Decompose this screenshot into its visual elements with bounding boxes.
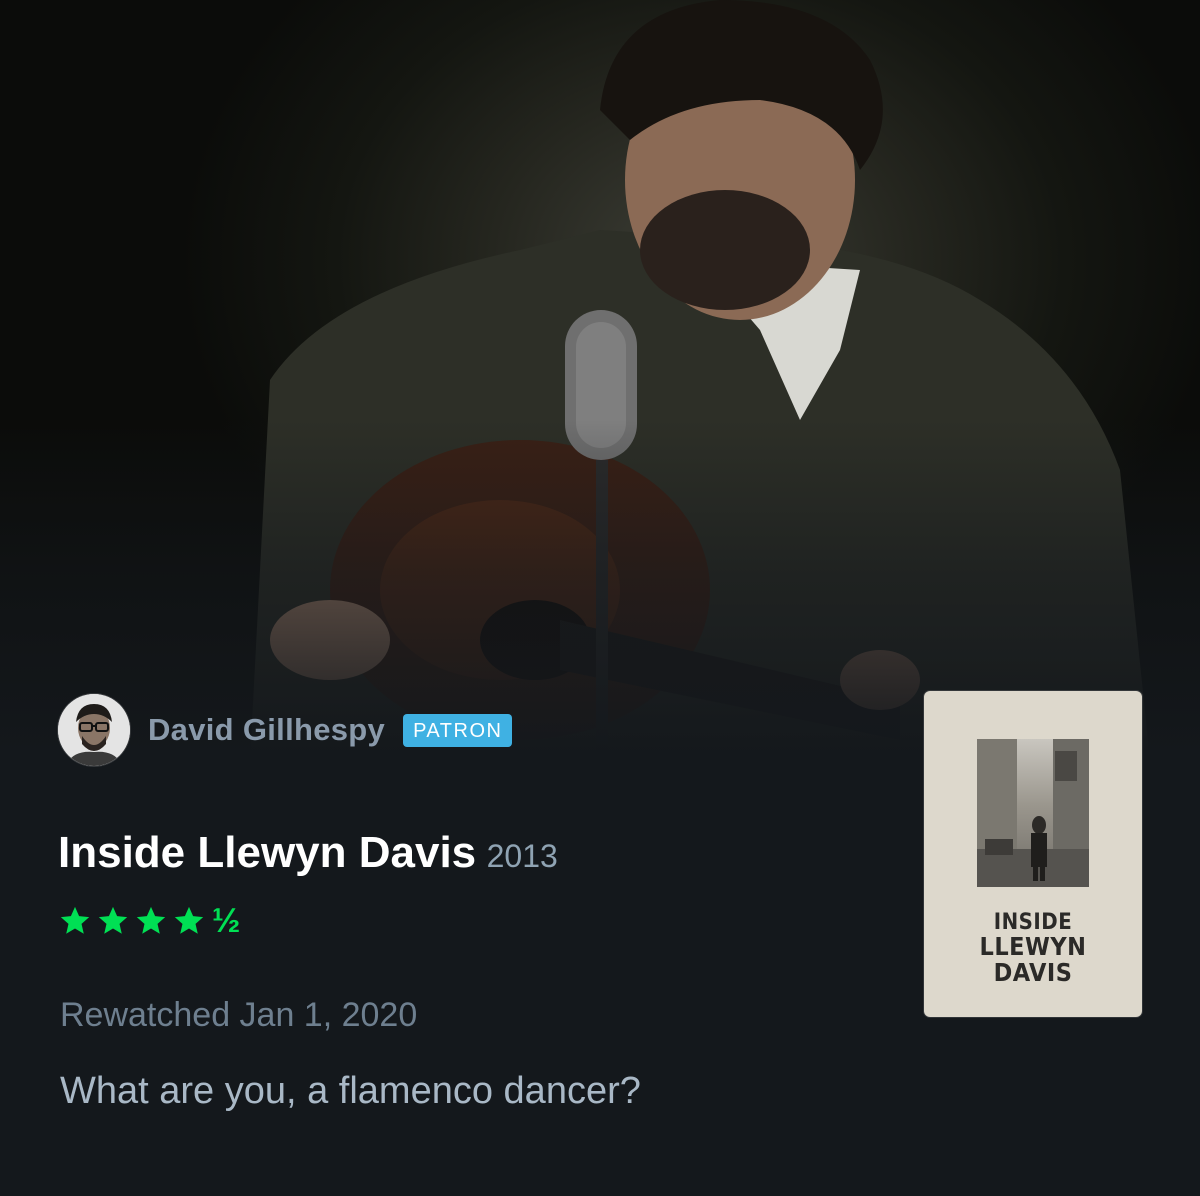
- film-title[interactable]: Inside Llewyn Davis: [58, 828, 476, 877]
- poster-title: INSIDE LLEWYN DAVIS: [924, 911, 1142, 987]
- username[interactable]: David Gillhespy: [148, 712, 385, 748]
- review-card: David Gillhespy PATRON Inside Llewyn Dav…: [0, 0, 1200, 1196]
- star-icon: [136, 906, 166, 934]
- poster-title-line: INSIDE: [993, 910, 1073, 935]
- star-icon: [60, 906, 90, 934]
- user-avatar-icon: [58, 694, 130, 766]
- film-title-row: Inside Llewyn Davis 2013: [58, 828, 558, 878]
- poster-title-line: LLEWYN: [979, 932, 1087, 962]
- film-year[interactable]: 2013: [487, 838, 558, 874]
- user-avatar[interactable]: [58, 694, 130, 766]
- patron-badge: PATRON: [403, 713, 513, 747]
- poster-photo: [977, 739, 1089, 887]
- star-icon: [98, 906, 128, 934]
- star-rating: ½: [58, 904, 240, 938]
- poster-title-line: DAVIS: [993, 958, 1073, 988]
- review-text: What are you, a flamenco dancer?: [60, 1070, 641, 1112]
- star-icon: [174, 906, 204, 934]
- film-poster[interactable]: INSIDE LLEWYN DAVIS: [924, 691, 1142, 1017]
- half-star: ½: [212, 902, 241, 940]
- watch-date: Rewatched Jan 1, 2020: [60, 996, 418, 1034]
- reviewer-row: David Gillhespy PATRON: [58, 694, 513, 766]
